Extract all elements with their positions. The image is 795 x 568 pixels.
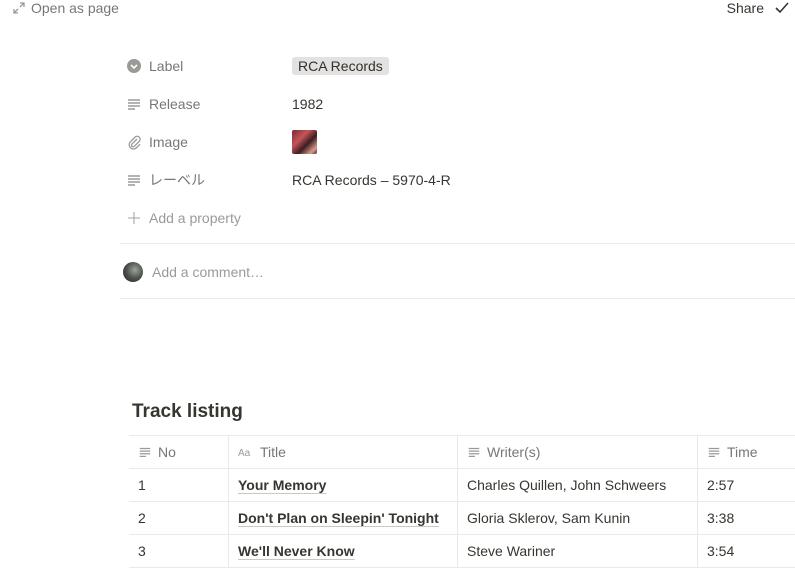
column-header-time[interactable]: Time xyxy=(698,436,795,468)
track-table: No Aa Title Writer(s) Time 1 Your Memory… xyxy=(129,435,795,568)
table-row[interactable]: 3 We'll Never Know Steve Wariner 3:54 xyxy=(129,535,795,568)
cell-writers[interactable]: Charles Quillen, John Schweers xyxy=(458,469,698,501)
cell-title[interactable]: Your Memory xyxy=(229,469,458,501)
add-property-label: Add a property xyxy=(149,210,241,226)
add-property: Add a property xyxy=(126,210,241,226)
property-key-label: Release xyxy=(149,96,201,112)
cell-writers[interactable]: Steve Wariner xyxy=(458,535,698,567)
property-key-label: Image xyxy=(149,134,188,150)
cell-no[interactable]: 1 xyxy=(129,469,229,501)
table-row[interactable]: 1 Your Memory Charles Quillen, John Schw… xyxy=(129,469,795,502)
column-label: Time xyxy=(727,444,758,460)
column-label: No xyxy=(158,444,176,460)
column-label: Title xyxy=(260,444,286,460)
plus-icon xyxy=(126,210,142,226)
track-title-link[interactable]: We'll Never Know xyxy=(238,543,355,559)
property-value[interactable]: RCA Records xyxy=(292,57,389,75)
property-row-release[interactable]: Release 1982 xyxy=(120,85,795,123)
track-title-link[interactable]: Your Memory xyxy=(238,477,326,493)
cell-no[interactable]: 2 xyxy=(129,502,229,534)
attachment-icon xyxy=(126,134,142,150)
table-row[interactable]: 2 Don't Plan on Sleepin' Tonight Gloria … xyxy=(129,502,795,535)
add-property-button[interactable]: Add a property xyxy=(120,199,795,237)
text-icon xyxy=(126,96,142,112)
svg-text:Aa: Aa xyxy=(238,448,251,458)
property-key: Image xyxy=(126,134,188,150)
track-title-link[interactable]: Don't Plan on Sleepin' Tonight xyxy=(238,510,439,526)
column-label: Writer(s) xyxy=(487,444,541,460)
property-row-label-jp[interactable]: レーベル RCA Records – 5970-4-R xyxy=(120,161,795,199)
property-value[interactable] xyxy=(292,130,317,154)
open-as-page-button[interactable]: Open as page xyxy=(13,0,119,16)
cell-title[interactable]: Don't Plan on Sleepin' Tonight xyxy=(229,502,458,534)
text-icon xyxy=(467,445,481,459)
property-value[interactable]: RCA Records – 5970-4-R xyxy=(292,172,451,188)
comment-placeholder: Add a comment… xyxy=(152,264,265,280)
property-value[interactable]: 1982 xyxy=(292,96,323,112)
cell-writers[interactable]: Gloria Sklerov, Sam Kunin xyxy=(458,502,698,534)
column-header-title[interactable]: Aa Title xyxy=(229,436,458,468)
properties-list: Label RCA Records Release 1982 Image レーベ… xyxy=(120,47,795,237)
cell-time[interactable]: 3:54 xyxy=(698,535,795,567)
text-icon xyxy=(707,445,721,459)
column-header-no[interactable]: No xyxy=(129,436,229,468)
property-key: レーベル xyxy=(126,170,205,190)
checkmark-icon[interactable] xyxy=(775,2,789,14)
top-bar: Open as page Share xyxy=(0,0,795,18)
share-area: Share xyxy=(727,0,789,16)
text-icon xyxy=(138,445,152,459)
title-icon: Aa xyxy=(238,446,254,458)
label-tag[interactable]: RCA Records xyxy=(292,57,389,75)
cell-no[interactable]: 3 xyxy=(129,535,229,567)
album-cover-thumbnail[interactable] xyxy=(292,130,317,154)
property-key: Release xyxy=(126,96,200,112)
comment-input[interactable]: Add a comment… xyxy=(123,262,264,282)
text-icon xyxy=(126,172,142,188)
column-header-writers[interactable]: Writer(s) xyxy=(458,436,698,468)
table-header: No Aa Title Writer(s) Time xyxy=(129,436,795,469)
cell-title[interactable]: We'll Never Know xyxy=(229,535,458,567)
section-title: Track listing xyxy=(132,401,243,422)
avatar xyxy=(123,262,143,282)
property-key-label: Label xyxy=(149,58,184,74)
open-as-page-label: Open as page xyxy=(31,0,119,16)
property-row-image[interactable]: Image xyxy=(120,123,795,161)
cell-time[interactable]: 3:38 xyxy=(698,502,795,534)
property-row-label[interactable]: Label RCA Records xyxy=(120,47,795,85)
select-icon xyxy=(126,58,142,74)
expand-icon xyxy=(13,2,25,14)
share-button[interactable]: Share xyxy=(727,0,764,16)
divider xyxy=(120,243,795,244)
property-key: Label xyxy=(126,58,183,74)
divider xyxy=(120,298,795,299)
cell-time[interactable]: 2:57 xyxy=(698,469,795,501)
property-key-label: レーベル xyxy=(149,172,205,188)
